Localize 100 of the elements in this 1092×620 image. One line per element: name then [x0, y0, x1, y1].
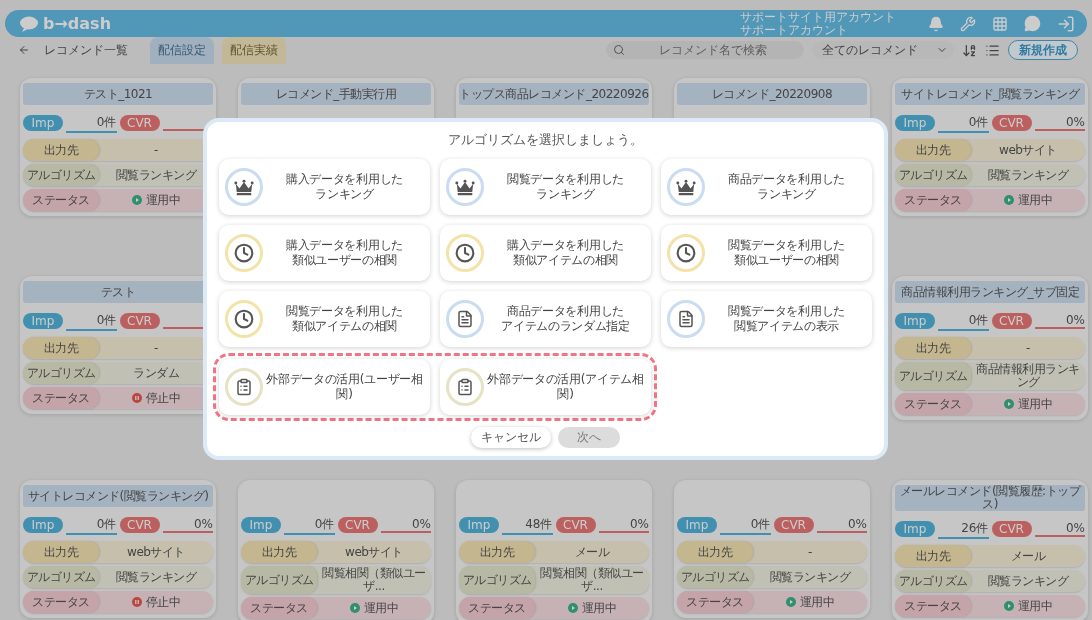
- field-value: -: [807, 544, 813, 560]
- recommend-card[interactable]: サイトレコメンド_閲覧ランキング Imp 0件 CVR 0% 出力先 webサイト アルゴリズム 閲覧ランキング ステータス 運用中: [892, 78, 1088, 216]
- field-value: webサイト: [344, 544, 404, 560]
- field-label: アルゴリズム: [23, 164, 99, 186]
- field-value: 閲覧相関（類似ユーザ...: [321, 566, 427, 594]
- chat-icon[interactable]: [1024, 15, 1041, 32]
- algorithm-option[interactable]: 閲覧データを利用した 類似ユーザーの相関: [661, 225, 872, 281]
- field-label: アルゴリズム: [23, 362, 99, 384]
- cvr-value: 0%: [1034, 115, 1085, 131]
- field-value: 商品情報利用ランキング: [975, 362, 1081, 390]
- imp-value: 0件: [66, 515, 117, 535]
- option-label: 閲覧データを利用した 閲覧アイテムの表示: [727, 304, 846, 334]
- field-label: アルゴリズム: [895, 362, 971, 390]
- back-icon[interactable]: [18, 44, 30, 56]
- field-value: -: [153, 142, 159, 158]
- field-label: アルゴリズム: [23, 566, 99, 588]
- field-label: 出力先: [459, 541, 535, 563]
- cvr-label: CVR: [555, 517, 596, 533]
- imp-value: 26件: [938, 519, 989, 539]
- algorithm-option[interactable]: 商品データを利用した アイテムのランダム指定: [440, 291, 651, 347]
- status-value: 停止中: [145, 391, 181, 405]
- list-icon[interactable]: [985, 42, 1000, 58]
- status-value: 運用中: [581, 601, 617, 615]
- field-label: ステータス: [895, 189, 971, 211]
- recommend-card[interactable]: Imp 0件 CVR 0% 出力先 - アルゴリズム 閲覧ランキング ステータス 運用中: [674, 480, 870, 618]
- field-value: 閲覧ランキング: [986, 573, 1070, 589]
- option-label: 商品データを利用した アイテムのランダム指定: [500, 304, 631, 334]
- field-label: 出力先: [895, 545, 971, 567]
- imp-value: 0件: [938, 113, 989, 133]
- play-icon: [349, 603, 360, 613]
- document-icon: [677, 310, 695, 328]
- tab[interactable]: 配信実績: [222, 36, 286, 64]
- imp-label: Imp: [23, 115, 63, 131]
- cvr-label: CVR: [991, 115, 1032, 131]
- cvr-label: CVR: [119, 313, 160, 329]
- field-label: アルゴリズム: [895, 570, 971, 592]
- algorithm-option[interactable]: 閲覧データを利用した 類似アイテムの相関: [219, 291, 430, 347]
- field-label: ステータス: [895, 393, 971, 415]
- imp-label: Imp: [241, 517, 281, 533]
- imp-label: Imp: [23, 313, 63, 329]
- account-name: サポートサイト用アカウント サポートアカウント: [740, 10, 897, 37]
- field-label: 出力先: [241, 541, 317, 563]
- card-title: レコメンド_手動実行用: [241, 83, 431, 105]
- tab[interactable]: 配信設定: [150, 36, 214, 64]
- field-label: アルゴリズム: [895, 164, 971, 186]
- card-title: テスト_1021: [23, 83, 213, 105]
- field-label: ステータス: [23, 387, 99, 409]
- algorithm-option[interactable]: 閲覧データを利用した ランキング: [440, 159, 651, 215]
- filter-select[interactable]: 全てのレコメンド: [812, 41, 954, 59]
- field-value: メール: [1009, 548, 1047, 564]
- recommend-card[interactable]: テスト_1021 Imp 0件 CVR 出力先 - アルゴリズム 閲覧ランキング ステータス 運用中: [20, 78, 216, 216]
- status-value: 運用中: [1017, 193, 1053, 207]
- wrench-icon[interactable]: [960, 15, 976, 32]
- recommend-card[interactable]: サイトレコメンド(閲覧ランキング) Imp 0件 CVR 0% 出力先 webサイト アルゴリズム 閲覧ランキング ステータス 停止中: [20, 480, 216, 618]
- cvr-value: 0%: [816, 517, 867, 533]
- algorithm-option[interactable]: 購入データを利用した 類似ユーザーの相関: [219, 225, 430, 281]
- imp-label: Imp: [895, 115, 935, 131]
- clock-icon: [234, 243, 254, 263]
- imp-value: 0件: [66, 311, 117, 331]
- algorithm-option[interactable]: 商品データを利用した ランキング: [661, 159, 872, 215]
- field-label: ステータス: [241, 597, 317, 619]
- clock-icon: [455, 243, 475, 263]
- cvr-label: CVR: [119, 115, 160, 131]
- field-label: ステータス: [23, 591, 99, 613]
- pause-icon: [131, 597, 142, 607]
- algorithm-option[interactable]: 外部データの活用(ユーザー相関): [219, 359, 430, 415]
- status-value: 運用中: [145, 193, 181, 207]
- status-value: 運用中: [1017, 397, 1053, 411]
- field-label: 出力先: [23, 139, 99, 161]
- card-title: サイトレコメンド_閲覧ランキング: [895, 83, 1085, 105]
- login-icon[interactable]: [1057, 14, 1075, 33]
- cvr-value: 0%: [380, 517, 431, 533]
- card-title: メールレコメンド(閲覧履歴:トップス): [895, 485, 1085, 511]
- field-label: 出力先: [895, 139, 971, 161]
- field-label: ステータス: [459, 597, 535, 619]
- algorithm-option[interactable]: 購入データを利用した 類似アイテムの相関: [440, 225, 651, 281]
- algorithm-option[interactable]: 外部データの活用(アイテム相関): [440, 359, 651, 415]
- dialog-button[interactable]: キャンセル: [471, 427, 551, 448]
- grid-icon[interactable]: [992, 15, 1008, 32]
- bell-icon[interactable]: [928, 15, 944, 32]
- option-label: 商品データを利用した ランキング: [727, 172, 846, 202]
- cvr-value: 0%: [1034, 313, 1085, 329]
- option-label: 購入データを利用した 類似アイテムの相関: [506, 238, 625, 268]
- field-value: 閲覧ランキング: [768, 569, 852, 585]
- field-value: 閲覧ランキング: [114, 167, 198, 183]
- option-label: 購入データを利用した 類似ユーザーの相関: [285, 238, 404, 268]
- card-title: レコメンド_20220908: [677, 83, 867, 105]
- sort-icon[interactable]: [962, 42, 977, 58]
- algorithm-option[interactable]: 閲覧データを利用した 閲覧アイテムの表示: [661, 291, 872, 347]
- field-label: 出力先: [895, 337, 971, 359]
- recommend-card[interactable]: メールレコメンド(閲覧履歴:トップス) Imp 26件 CVR 0% 出力先 メール アルゴリズム 閲覧ランキング ステータス 運用中: [892, 480, 1088, 620]
- field-value: -: [153, 340, 159, 356]
- algorithm-option[interactable]: 購入データを利用した ランキング: [219, 159, 430, 215]
- play-icon: [131, 195, 142, 205]
- option-label: 閲覧データを利用した 類似アイテムの相関: [285, 304, 404, 334]
- imp-value: 0件: [284, 515, 335, 535]
- search-field[interactable]: レコメンド名で検索: [606, 41, 804, 59]
- play-icon: [1003, 399, 1014, 409]
- imp-value: 48件: [502, 515, 553, 535]
- cvr-label: CVR: [991, 521, 1032, 537]
